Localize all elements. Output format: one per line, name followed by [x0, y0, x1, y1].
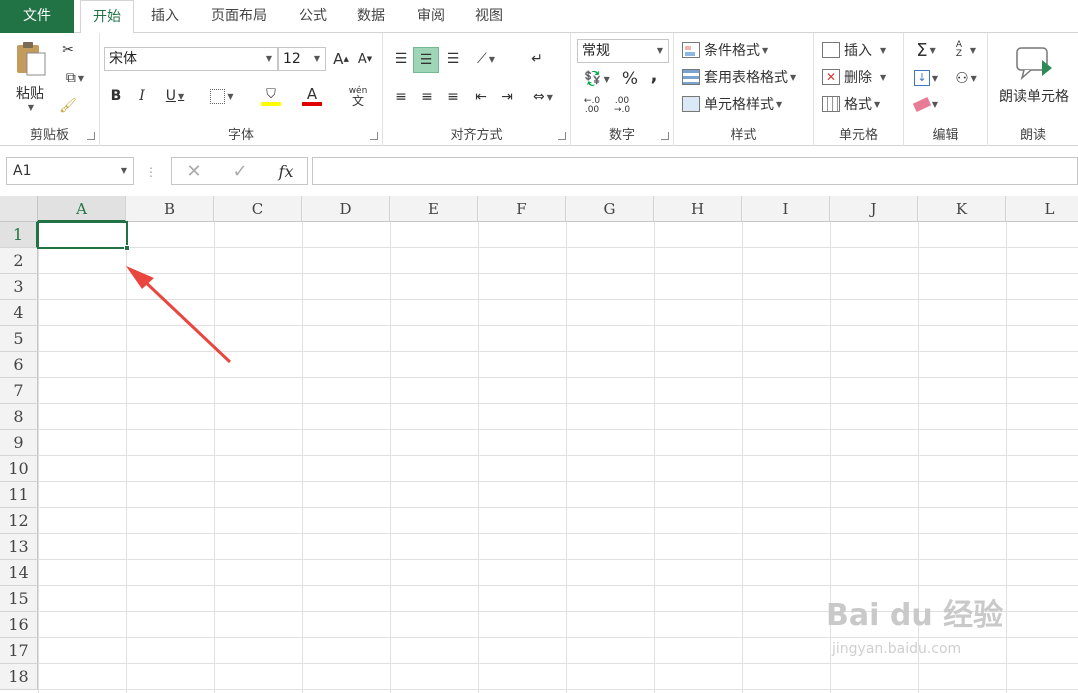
baidu-watermark-url: jingyan.baidu.com [832, 641, 962, 657]
baidu-watermark-logo: Bai du 经验 [826, 598, 1004, 633]
